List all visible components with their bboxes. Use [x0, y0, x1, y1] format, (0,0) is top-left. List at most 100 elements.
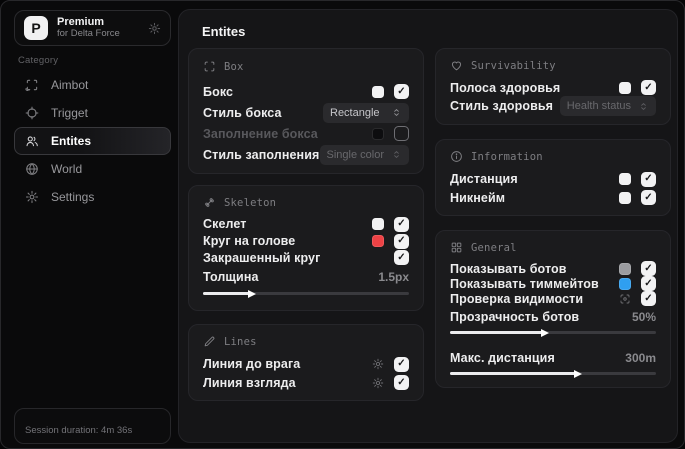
section-lines-header: Lines	[203, 335, 409, 348]
sidebar-item-aimbot[interactable]: Aimbot	[14, 71, 171, 99]
setting-label: Линия до врага	[203, 357, 301, 372]
checkbox[interactable]: ✓	[641, 190, 656, 206]
slider-thumb[interactable]	[540, 328, 549, 337]
setting-row-max-distance: Макс. дистанция 300m	[450, 347, 656, 368]
setting-label: Никнейм	[450, 190, 506, 205]
section-lines: Lines Линия до врага ✓ Линия взгляда ✓	[188, 324, 424, 401]
max-distance-slider[interactable]	[450, 369, 656, 378]
setting-row-enemy-line: Линия до врага ✓	[203, 355, 409, 373]
brand-logo: P	[24, 16, 48, 40]
slider-fill	[450, 372, 576, 375]
slider-value: 300m	[625, 350, 656, 365]
setting-row-skeleton: Скелет ✓	[203, 216, 409, 233]
bots-opacity-slider-group: Прозрачность ботов 50%	[450, 306, 656, 341]
slider-thumb[interactable]	[573, 369, 582, 378]
checkbox[interactable]: ✓	[641, 171, 656, 187]
slider-value: 1.5px	[378, 270, 409, 285]
setting-label: Бокс	[203, 84, 234, 99]
section-title: Skeleton	[224, 196, 277, 209]
bone-icon	[205, 198, 214, 207]
check-icon: ✓	[397, 376, 406, 388]
main-panel: Entites Box Бокс ✓ Стиль бокса Rectangle	[178, 9, 678, 443]
checkbox[interactable]: ✓	[394, 233, 409, 249]
slider-fill	[203, 292, 251, 296]
check-icon: ✓	[644, 262, 653, 274]
checkbox[interactable]: ✓	[394, 216, 409, 232]
sidebar-item-world[interactable]: World	[14, 155, 171, 183]
color-swatch[interactable]	[619, 81, 631, 94]
thickness-slider[interactable]	[203, 289, 409, 298]
checkbox[interactable]: ✓	[394, 375, 409, 391]
info-icon	[451, 151, 462, 163]
setting-label: Дистанция	[450, 172, 518, 187]
box-style-dropdown[interactable]: Rectangle	[323, 102, 409, 123]
check-icon: ✓	[644, 277, 653, 289]
setting-label: Круг на голове	[203, 234, 296, 248]
color-swatch[interactable]	[372, 218, 384, 231]
setting-label: Полоса здоровья	[450, 80, 561, 95]
gear-icon[interactable]	[148, 22, 161, 35]
pencil-line-icon	[204, 336, 215, 347]
setting-label: Показывать ботов	[450, 261, 567, 276]
checkbox[interactable]: ✓	[641, 276, 656, 291]
checkbox[interactable]: ✓	[641, 291, 656, 306]
setting-label: Прозрачность ботов	[450, 309, 580, 324]
color-swatch[interactable]	[372, 235, 384, 247]
color-swatch[interactable]	[619, 262, 631, 275]
brand-text: Premium for Delta Force	[57, 16, 139, 40]
gear-icon[interactable]	[372, 377, 384, 389]
setting-label: Линия взгляда	[203, 375, 296, 390]
checkbox[interactable]	[394, 126, 409, 142]
sidebar-item-label: Trigget	[51, 106, 88, 120]
setting-label: Стиль заполнения	[203, 147, 320, 162]
session-card: Session duration: 4m 36s	[14, 408, 171, 444]
color-swatch[interactable]	[619, 277, 631, 290]
setting-row-fill-style: Стиль заполнения Single color	[203, 144, 409, 165]
section-box-header: Box	[203, 59, 409, 74]
checkbox[interactable]: ✓	[394, 84, 409, 100]
color-swatch[interactable]	[619, 173, 631, 186]
sidebar-nav: Aimbot Trigget Entites World Settings	[14, 71, 171, 211]
sidebar-item-entites[interactable]: Entites	[14, 127, 171, 155]
sidebar-item-label: Aimbot	[51, 78, 89, 92]
checkbox[interactable]: ✓	[641, 80, 656, 95]
section-survivability: Survivability Полоса здоровья ✓ Стиль зд…	[435, 48, 671, 125]
setting-label: Проверка видимости	[450, 291, 584, 306]
setting-row-head-circle: Круг на голове ✓	[203, 233, 409, 250]
check-icon: ✓	[644, 173, 653, 185]
bots-opacity-slider[interactable]	[450, 328, 656, 337]
scan-eye-icon[interactable]	[619, 293, 631, 305]
sidebar-item-label: Settings	[51, 190, 95, 204]
setting-row-thickness: Толщина 1.5px	[203, 266, 409, 288]
sidebar-item-settings[interactable]: Settings	[14, 183, 171, 211]
heart-icon	[451, 61, 462, 71]
setting-row-distance: Дистанция ✓	[450, 170, 656, 188]
health-style-dropdown[interactable]: Health status	[559, 96, 656, 116]
slider-thumb[interactable]	[248, 289, 257, 298]
setting-row-health-bar: Полоса здоровья ✓	[450, 79, 656, 96]
section-survivability-header: Survivability	[450, 59, 656, 72]
brand-subtitle: for Delta Force	[57, 27, 120, 39]
color-swatch[interactable]	[619, 191, 631, 204]
check-icon: ✓	[397, 251, 406, 263]
color-swatch[interactable]	[372, 127, 384, 140]
check-icon: ✓	[397, 235, 406, 246]
dropdown-value: Single color	[326, 148, 384, 161]
fill-style-dropdown[interactable]: Single color	[319, 144, 409, 165]
sidebar-item-trigget[interactable]: Trigget	[14, 99, 171, 127]
setting-label: Скелет	[203, 217, 247, 232]
section-information-header: Information	[450, 150, 656, 163]
page-title: Entites	[202, 24, 246, 39]
setting-row-box-style: Стиль бокса Rectangle	[203, 102, 409, 123]
checkbox[interactable]: ✓	[394, 250, 409, 266]
setting-row-health-style: Стиль здоровья Health status	[450, 96, 656, 116]
brand-title: Premium	[57, 16, 105, 29]
color-swatch[interactable]	[372, 85, 384, 98]
setting-row-bots-opacity: Прозрачность ботов 50%	[450, 306, 656, 327]
gear-icon[interactable]	[372, 358, 384, 370]
setting-row-nickname: Никнейм ✓	[450, 189, 656, 207]
session-duration: Session duration: 4m 36s	[25, 425, 133, 436]
section-title: Lines	[224, 335, 257, 348]
checkbox[interactable]: ✓	[641, 261, 656, 276]
checkbox[interactable]: ✓	[394, 356, 409, 372]
